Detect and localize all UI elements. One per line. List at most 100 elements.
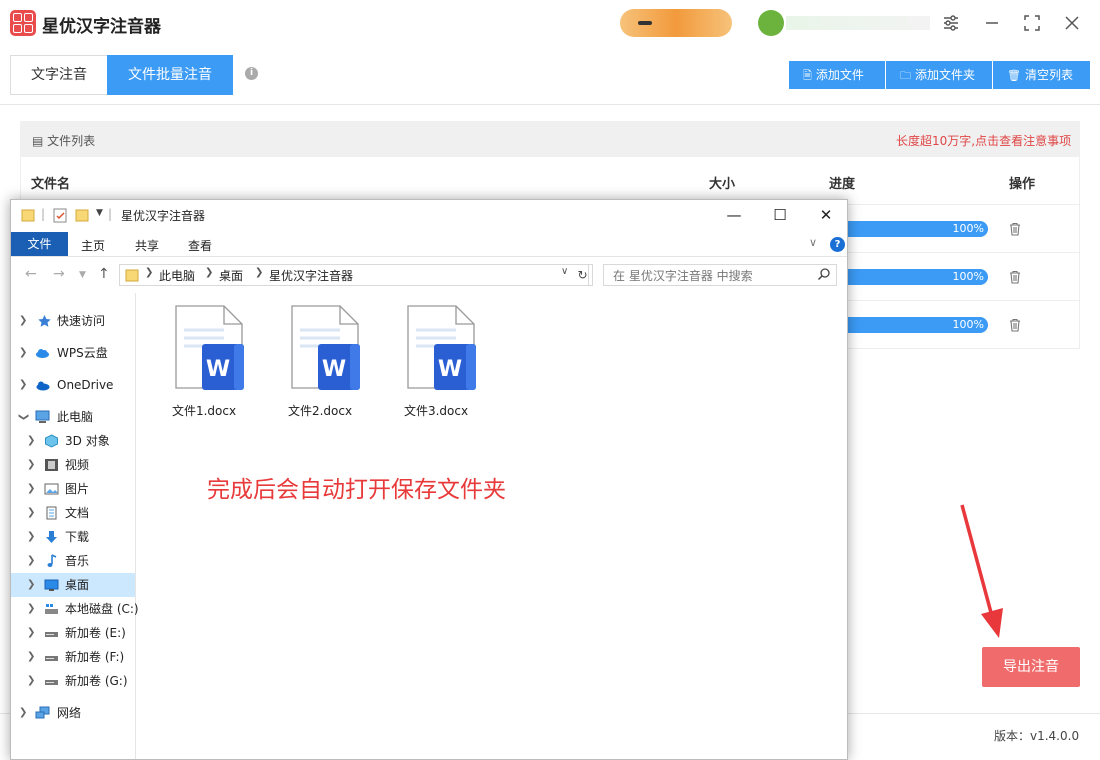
nav-item-this-pc[interactable]: ❯ 此电脑	[11, 405, 135, 429]
nav-item-label: WPS云盘	[57, 346, 108, 360]
info-icon[interactable]: i	[245, 67, 258, 80]
nav-item-documents[interactable]: ❯ 文档	[11, 501, 135, 525]
nav-item-3d-objects[interactable]: ❯ 3D 对象	[11, 429, 135, 453]
word-document-icon: W	[175, 305, 244, 390]
word-document-icon: W	[291, 305, 360, 390]
add-file-button[interactable]: 🗎 添加文件	[789, 61, 885, 89]
column-header-progress: 进度	[829, 177, 856, 192]
add-folder-button[interactable]: 🗀 添加文件夹	[886, 61, 992, 89]
drive-icon	[45, 632, 58, 637]
chevron-down-icon[interactable]: ∨	[561, 266, 568, 277]
export-annotation-button[interactable]: 导出注音	[982, 647, 1080, 687]
nav-item-label: 此电脑	[57, 410, 94, 424]
nav-item-label: 本地磁盘 (C:)	[65, 602, 139, 616]
divider	[0, 104, 1100, 105]
app-title: 星优汉字注音器	[42, 17, 161, 37]
tab-batch-file-annotation[interactable]: 文件批量注音	[107, 55, 233, 95]
breadcrumb-separator: ❯	[255, 267, 264, 278]
nav-item-wps-cloud[interactable]: ❯ WPS云盘	[11, 341, 135, 365]
ribbon-tab-share[interactable]: 共享	[135, 237, 159, 254]
folder-icon	[125, 269, 139, 282]
nav-item-drive-g[interactable]: ❯ 新加卷 (G:)	[11, 669, 135, 693]
svg-text:W: W	[322, 357, 346, 382]
explorer-title: 星优汉字注音器	[121, 209, 206, 223]
ribbon-tab-view[interactable]: 查看	[188, 237, 212, 254]
settings-sliders-icon[interactable]	[938, 10, 964, 36]
nav-item-label: 新加卷 (E:)	[65, 626, 126, 640]
file-name: 文件1.docx	[171, 404, 237, 418]
clear-list-button[interactable]: 🗑 清空列表	[993, 61, 1090, 89]
nav-item-drive-e[interactable]: ❯ 新加卷 (E:)	[11, 621, 135, 645]
recent-dropdown-icon[interactable]: ▼	[79, 270, 86, 280]
file-explorer-window[interactable]: | ▼ | 星优汉字注音器 — ☐ ✕ 文件 主页 共享 查看 ∨ ? ← → …	[10, 199, 848, 760]
breadcrumb-separator: ❯	[145, 267, 154, 278]
list-icon: ▤	[32, 134, 48, 148]
column-header-size: 大小	[709, 177, 736, 192]
picture-icon	[44, 483, 59, 495]
tab-text-annotation[interactable]: 文字注音	[10, 55, 108, 95]
add-file-label: 添加文件	[815, 68, 864, 82]
maximize-icon[interactable]: ☐	[757, 200, 803, 230]
delete-icon[interactable]	[1008, 270, 1022, 284]
nav-item-pictures[interactable]: ❯ 图片	[11, 477, 135, 501]
nav-item-desktop[interactable]: ❯ 桌面	[11, 573, 135, 597]
chevron-down-icon[interactable]: ∨	[809, 236, 817, 249]
file-item-docx[interactable]: W 文件2.docx	[270, 304, 370, 424]
progress-bar: 100%	[830, 269, 988, 285]
minimize-icon[interactable]: —	[711, 200, 757, 230]
back-arrow-icon[interactable]: ←	[25, 266, 37, 282]
nav-item-label: 视频	[65, 458, 90, 472]
user-name-area[interactable]	[786, 16, 930, 30]
nav-item-label: 网络	[57, 706, 82, 720]
file-name: 文件2.docx	[287, 404, 353, 418]
forward-arrow-icon[interactable]: →	[53, 266, 65, 282]
nav-item-videos[interactable]: ❯ 视频	[11, 453, 135, 477]
progress-bar: 100%	[830, 221, 988, 237]
delete-icon[interactable]	[1008, 318, 1022, 332]
ribbon-tab-file[interactable]: 文件	[11, 232, 68, 256]
breadcrumb-separator: ❯	[205, 267, 214, 278]
properties-icon[interactable]	[53, 207, 67, 223]
file-item-docx[interactable]: W 文件1.docx	[154, 304, 254, 424]
close-icon[interactable]	[1059, 10, 1085, 36]
computer-icon	[35, 410, 50, 423]
file-item-docx[interactable]: W 文件3.docx	[386, 304, 486, 424]
nav-item-drive-c[interactable]: ❯ 本地磁盘 (C:)	[11, 597, 139, 621]
maximize-icon[interactable]	[1019, 10, 1045, 36]
breadcrumb-desktop[interactable]: 桌面	[219, 267, 243, 284]
up-arrow-icon[interactable]: ↑	[98, 266, 110, 282]
refresh-icon[interactable]: ↻	[573, 264, 593, 286]
close-icon[interactable]: ✕	[803, 200, 847, 230]
delete-icon[interactable]	[1008, 222, 1022, 236]
network-icon	[35, 706, 50, 719]
nav-item-drive-f[interactable]: ❯ 新加卷 (F:)	[11, 645, 135, 669]
trash-icon: 🗑	[1007, 69, 1021, 82]
breadcrumb-folder[interactable]: 星优汉字注音器	[269, 267, 353, 284]
help-icon[interactable]: ?	[830, 237, 845, 252]
nav-item-network[interactable]: ❯ 网络	[11, 701, 135, 725]
ribbon-tab-home[interactable]: 主页	[81, 237, 105, 254]
nav-item-label: 图片	[65, 482, 90, 496]
avatar[interactable]	[758, 10, 784, 36]
nav-item-label: 新加卷 (F:)	[65, 650, 125, 664]
breadcrumb-this-pc[interactable]: 此电脑	[159, 267, 195, 284]
nav-item-onedrive[interactable]: ❯ OneDrive	[11, 373, 135, 397]
nav-item-music[interactable]: ❯ 音乐	[11, 549, 135, 573]
minimize-icon[interactable]	[979, 10, 1005, 36]
nav-item-downloads[interactable]: ❯ 下载	[11, 525, 135, 549]
annotation-arrow	[960, 504, 1003, 638]
annotation-note: 完成后会自动打开保存文件夹	[207, 477, 506, 503]
cube-icon	[45, 434, 58, 448]
quick-access-dropdown-icon[interactable]: ▼	[96, 208, 103, 218]
folder-icon: 🗀	[900, 69, 911, 82]
version-label: 版本：v1.4.0.0	[994, 729, 1080, 743]
desktop-icon	[44, 579, 59, 591]
search-icon[interactable]	[817, 267, 831, 281]
nav-item-label: 音乐	[65, 554, 90, 568]
user-account-pill[interactable]	[620, 9, 732, 37]
nav-item-quick-access[interactable]: ❯ 快速访问	[11, 309, 135, 333]
nav-item-label: OneDrive	[57, 378, 114, 392]
new-folder-icon[interactable]	[75, 207, 89, 223]
length-notice-link[interactable]: 长度超10万字,点击查看注意事项	[896, 132, 1071, 149]
add-folder-label: 添加文件夹	[915, 68, 976, 82]
